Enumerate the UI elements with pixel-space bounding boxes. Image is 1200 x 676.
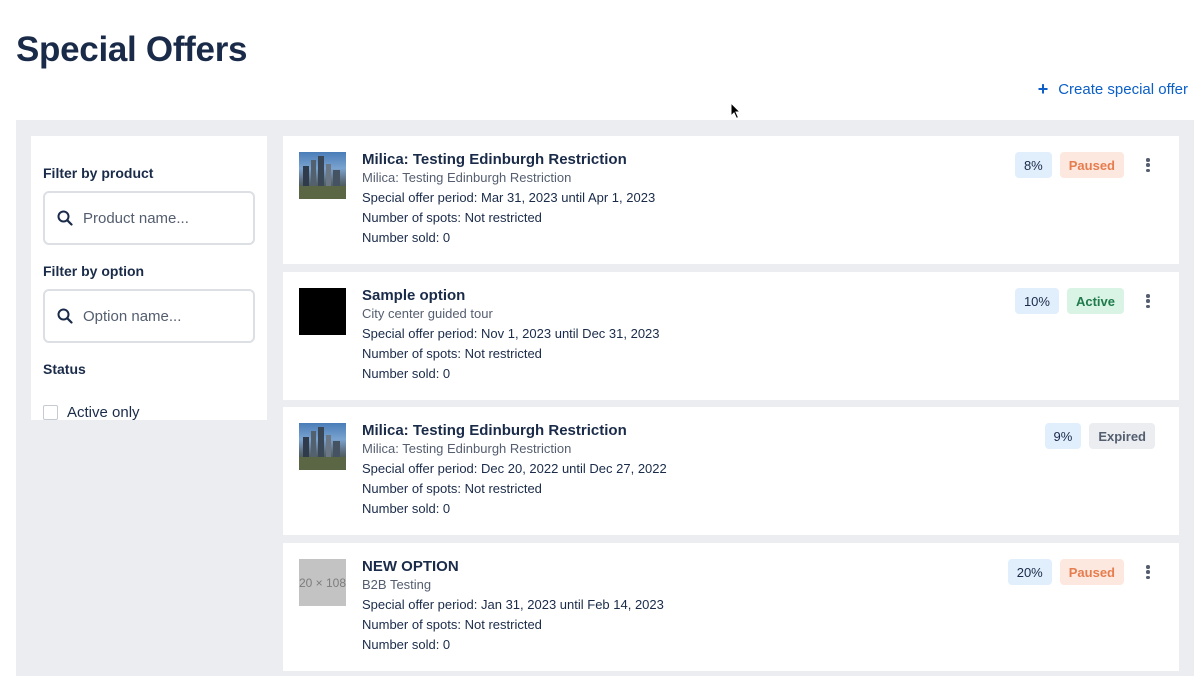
offer-spots: Number of spots: Not restricted bbox=[362, 210, 542, 225]
product-search-box[interactable] bbox=[43, 191, 255, 245]
discount-badge: 8% bbox=[1014, 152, 1052, 178]
create-special-offer-label: Create special offer bbox=[1058, 80, 1188, 98]
product-name-input[interactable] bbox=[83, 209, 233, 227]
offer-subtitle: B2B Testing bbox=[362, 577, 432, 592]
mouse-cursor-icon bbox=[730, 102, 742, 120]
active-only-filter[interactable]: Active only bbox=[43, 404, 140, 421]
status-badge: Paused bbox=[1059, 559, 1124, 585]
placeholder-image-text: 920 × 1080 bbox=[299, 575, 346, 590]
more-options-icon[interactable] bbox=[1143, 563, 1153, 581]
filter-by-option-label: Filter by option bbox=[43, 263, 145, 279]
offer-sold: Number sold: 0 bbox=[362, 501, 451, 516]
page-title: Special Offers bbox=[16, 30, 248, 69]
search-icon bbox=[57, 210, 73, 226]
offer-card[interactable]: Milica: Testing Edinburgh Restriction Mi… bbox=[283, 407, 1179, 535]
offer-thumbnail bbox=[299, 152, 346, 199]
active-only-label: Active only bbox=[67, 404, 140, 421]
offer-sold: Number sold: 0 bbox=[362, 366, 451, 381]
offer-card[interactable]: 920 × 1080 NEW OPTION B2B Testing Specia… bbox=[283, 543, 1179, 671]
offer-thumbnail bbox=[299, 288, 346, 335]
active-only-checkbox[interactable] bbox=[43, 405, 58, 420]
discount-badge: 10% bbox=[1014, 288, 1059, 314]
offer-title: Milica: Testing Edinburgh Restriction bbox=[362, 422, 627, 439]
option-search-box[interactable] bbox=[43, 289, 255, 343]
offer-spots: Number of spots: Not restricted bbox=[362, 481, 542, 496]
city-image-icon bbox=[299, 156, 346, 199]
offer-title: Milica: Testing Edinburgh Restriction bbox=[362, 151, 627, 168]
create-special-offer-button[interactable]: + Create special offer bbox=[1038, 80, 1188, 98]
more-options-icon[interactable] bbox=[1143, 292, 1153, 310]
offer-period: Special offer period: Nov 1, 2023 until … bbox=[362, 326, 660, 341]
offer-period: Special offer period: Jan 31, 2023 until… bbox=[362, 597, 664, 612]
main-content-area: Filter by product Filter by option Statu… bbox=[16, 120, 1194, 676]
more-options-icon[interactable] bbox=[1143, 156, 1153, 174]
discount-badge: 9% bbox=[1044, 423, 1082, 449]
offer-subtitle: Milica: Testing Edinburgh Restriction bbox=[362, 441, 572, 456]
plus-icon: + bbox=[1037, 79, 1049, 99]
offer-subtitle: Milica: Testing Edinburgh Restriction bbox=[362, 170, 572, 185]
offer-thumbnail bbox=[299, 423, 346, 470]
filter-panel: Filter by product Filter by option Statu… bbox=[31, 136, 267, 421]
filter-by-product-label: Filter by product bbox=[43, 165, 154, 181]
city-image-icon bbox=[299, 427, 346, 470]
offer-title: Sample option bbox=[362, 287, 466, 304]
option-name-input[interactable] bbox=[83, 307, 233, 325]
offer-title: NEW OPTION bbox=[362, 558, 459, 575]
offer-sold: Number sold: 0 bbox=[362, 230, 451, 245]
offer-spots: Number of spots: Not restricted bbox=[362, 346, 542, 361]
offer-period: Special offer period: Dec 20, 2022 until… bbox=[362, 461, 667, 476]
offer-subtitle: City center guided tour bbox=[362, 306, 493, 321]
offer-thumbnail: 920 × 1080 bbox=[299, 559, 346, 606]
search-icon bbox=[57, 308, 73, 324]
status-badge: Paused bbox=[1059, 152, 1124, 178]
offer-spots: Number of spots: Not restricted bbox=[362, 617, 542, 632]
offer-period: Special offer period: Mar 31, 2023 until… bbox=[362, 190, 656, 205]
offer-sold: Number sold: 0 bbox=[362, 637, 451, 652]
status-badge: Active bbox=[1066, 288, 1124, 314]
discount-badge: 20% bbox=[1007, 559, 1052, 585]
offer-card[interactable]: Milica: Testing Edinburgh Restriction Mi… bbox=[283, 136, 1179, 264]
status-label: Status bbox=[43, 361, 86, 377]
offer-card[interactable]: Sample option City center guided tour Sp… bbox=[283, 272, 1179, 400]
status-badge: Expired bbox=[1089, 423, 1155, 449]
